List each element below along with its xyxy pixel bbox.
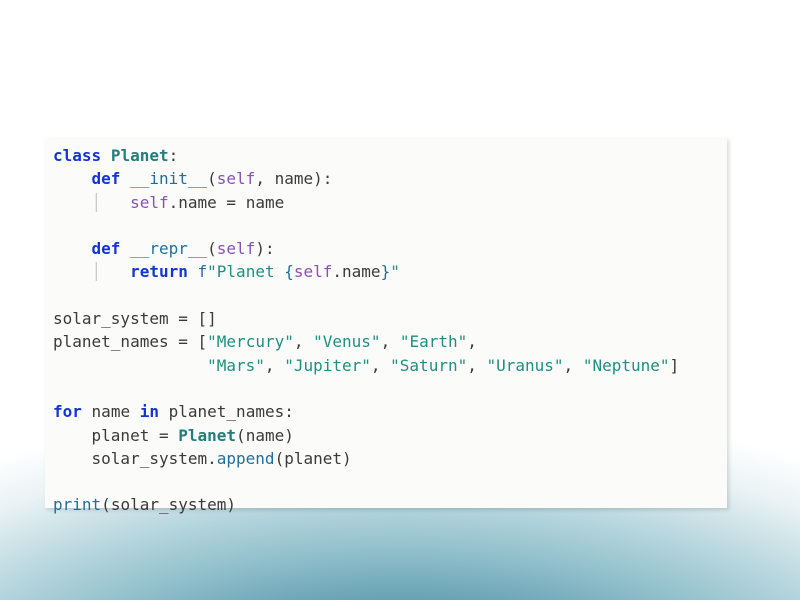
var-planet-names: planet_names <box>53 332 169 351</box>
fn-print: print <box>53 495 101 514</box>
fn-repr: __repr__ <box>130 239 207 258</box>
indent-guide: │ <box>92 193 102 212</box>
slide-background: class Planet: def __init__(self, name): … <box>0 0 800 600</box>
code-content: class Planet: def __init__(self, name): … <box>53 144 719 517</box>
self-param: self <box>217 169 256 188</box>
kw-in: in <box>140 402 159 421</box>
kw-def: def <box>92 239 121 258</box>
param-name: name <box>275 169 314 188</box>
kw-def: def <box>92 169 121 188</box>
fn-init: __init__ <box>130 169 207 188</box>
kw-return: return <box>130 262 188 281</box>
class-name: Planet <box>111 146 169 165</box>
indent-guide: │ <box>92 262 102 281</box>
kw-class: class <box>53 146 101 165</box>
kw-for: for <box>53 402 82 421</box>
code-box: class Planet: def __init__(self, name): … <box>45 138 727 508</box>
var-solar-system: solar_system <box>53 309 169 328</box>
